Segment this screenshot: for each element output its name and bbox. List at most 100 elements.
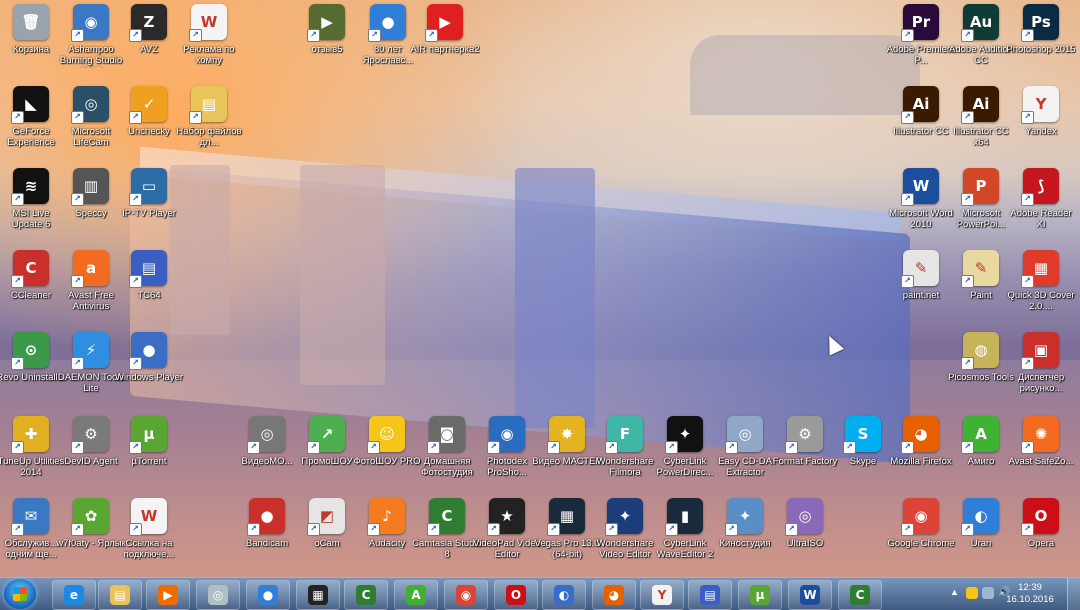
wondershare-editor-icon: ✦ ↗ [605, 498, 643, 536]
taskbar-camtasia-button[interactable]: C [344, 580, 388, 610]
desktop-icon[interactable]: Y ↗ Yandex [1010, 82, 1072, 162]
desktop-icon[interactable]: ♪ ↗ Audacity [356, 494, 418, 574]
desktop-icon[interactable]: W ↗ Реклама по компу [178, 0, 240, 80]
desktop-icon[interactable]: ✎ ↗ paint.net [890, 246, 952, 326]
desktop-icon[interactable]: ◉↗Ashampoo Burning Studio 2017 [60, 0, 122, 80]
desktop-icon[interactable]: ◎ ↗ Easy CD-DA Extractor [714, 412, 776, 492]
desktop-icon[interactable]: P ↗ Microsoft PowerPoi... [950, 164, 1012, 244]
desktop-icon[interactable]: ⚙ ↗ DevID Agent [60, 412, 122, 492]
desktop-icon[interactable]: ◐ ↗ Uran [950, 494, 1012, 574]
desktop-icon[interactable]: ▦ ↗ Vegas Pro 13.0 (64-bit) [535, 494, 599, 574]
show-desktop-button[interactable] [1067, 578, 1080, 610]
taskbar-yandex-button[interactable]: Y [640, 580, 684, 610]
taskbar-amigo-button[interactable]: A [394, 580, 438, 610]
desktop-icon[interactable]: ⟆ ↗ Adobe Reader XI [1010, 164, 1072, 244]
desktop-icon[interactable]: ✦ ↗ Киностудия [714, 494, 776, 574]
desktop-icon[interactable]: A ↗ Амиго [950, 412, 1012, 492]
desktop-icon[interactable]: Z ↗ AVZ [118, 0, 180, 80]
desktop-icon[interactable]: ✉ ↗ Обслужив... одним ще... [0, 494, 62, 574]
desktop-icon[interactable]: ▤ ↗ Набор файлов дл... [176, 82, 242, 162]
desktop-icon[interactable]: Ai ↗ Illustrator CC [890, 82, 952, 162]
desktop-icon[interactable]: ✦ ↗ Wondershare Video Editor [594, 494, 656, 574]
clock[interactable]: 12:39 16.10.2016 [1000, 582, 1060, 606]
camtasia-icon: C ↗ [427, 498, 465, 536]
speccy-icon: ▥ ↗ [71, 168, 109, 206]
desktop-icon[interactable]: ● ↗ 80 лет Ярославс... [357, 0, 419, 80]
desktop-icon[interactable]: ◎ ↗ UltraISO [774, 494, 836, 574]
taskbar-floppy-button[interactable]: ▤ [688, 580, 732, 610]
desktop-icon[interactable]: O ↗ Opera [1010, 494, 1072, 574]
desktop-icon[interactable]: Pr ↗ Adobe Premiere P... [887, 0, 955, 80]
desktop-icon[interactable]: ⚙ ↗ Format Factory [773, 412, 837, 492]
shortcut-arrow-icon: ↗ [368, 29, 381, 42]
desktop-icon[interactable]: ◕ ↗ Mozilla Firefox [890, 412, 952, 492]
taskbar-camtasia-recorder-button[interactable]: C [838, 580, 882, 610]
desktop-icon[interactable]: S ↗ Skype [832, 412, 894, 492]
taskbar-word-button[interactable]: W [788, 580, 832, 610]
desktop-icon[interactable]: C ↗ Camtasia Studio 8 [412, 494, 482, 574]
desktop-icon[interactable]: ✚ ↗ TuneUp Utilities 2014 [0, 412, 64, 492]
desktop-icon[interactable]: ● ↗ Bandicam [236, 494, 298, 574]
desktop-icon[interactable]: ▮ ↗ CyberLink WaveEditor 2 [654, 494, 716, 574]
taskbar-film-strip-button[interactable]: ▦ [296, 580, 340, 610]
desktop-icon[interactable]: ● ↗ Windows Player [115, 328, 183, 408]
desktop-icon[interactable]: ☺ ↗ ФотоШОУ PRO [354, 412, 420, 492]
taskbar-windows-explorer-button[interactable]: ▤ [98, 580, 142, 610]
desktop-icon[interactable]: ✎ ↗ Paint [950, 246, 1012, 326]
desktop-icon[interactable]: Ps ↗ Photoshop 2015 [1006, 0, 1076, 80]
photoshop-icon: Ps ↗ [1021, 4, 1059, 42]
desktop-icon[interactable]: ◉ ↗ Photodex ProSho... [476, 412, 538, 492]
taskbar-network-globe-button[interactable]: ◐ [542, 580, 586, 610]
desktop-icon[interactable]: ▣ ↗ Диспетчер рисунко... [1010, 328, 1072, 408]
tray-app-icon[interactable] [966, 587, 978, 599]
taskbar-chrome-button[interactable]: ◉ [444, 580, 488, 610]
desktop-icon[interactable]: ⚡ ↗ DAEMON Tools Lite [58, 328, 124, 408]
tray-arrow-icon[interactable]: ▲ [950, 587, 962, 599]
desktop-icon[interactable]: ◣ ↗ GeForce Experience [0, 82, 62, 162]
taskbar-opera-button[interactable]: O [494, 580, 538, 610]
taskbar-media-player-button[interactable]: ▶ [146, 580, 190, 610]
desktop-icon[interactable]: ◎ ↗ Microsoft LifeCam [60, 82, 122, 162]
start-button[interactable] [4, 579, 36, 609]
desktop-icon[interactable]: ✓ ↗ Unchecky [118, 82, 180, 162]
desktop-icon[interactable]: ◉ ↗ Google Chrome [887, 494, 955, 574]
desktop-icon[interactable]: a ↗ Avast Free Antivirus [60, 246, 122, 326]
desktop-icon[interactable]: W ↗ Ссылка на подключе... [118, 494, 180, 574]
network-icon[interactable] [982, 587, 994, 599]
desktop-icon[interactable]: ↗ ↗ ПромоШОУ [296, 412, 358, 492]
desktop-icon[interactable]: ◎ ↗ ВидеоМО... [236, 412, 298, 492]
desktop-icon[interactable]: µ ↗ µTorrent [118, 412, 180, 492]
desktop-icon[interactable]: ▭ ↗ IP-TV Player [118, 164, 180, 244]
taskbar-cd-burner-button[interactable]: ◎ [196, 580, 240, 610]
desktop-icon[interactable]: ▦ ↗ Quick 3D Cover 2.0.... [1007, 246, 1075, 326]
desktop-icon[interactable]: 🗑 Корзина [0, 0, 62, 80]
desktop-icon[interactable]: ✸ ↗ Видео МАСТЕР [532, 412, 602, 492]
desktop-icon[interactable]: F ↗ Wondershare Filmora [594, 412, 656, 492]
desktop-icon[interactable]: ◩ ↗ oCam [296, 494, 358, 574]
daemon-tools-icon: ⚡ ↗ [71, 332, 109, 370]
desktop-icon[interactable]: ⊙ ↗ Revo Uninstall... [0, 328, 66, 408]
totalcommander-icon: ▤ ↗ [129, 250, 167, 288]
taskbar-firefox-button[interactable]: ◕ [592, 580, 636, 610]
desktop-icon[interactable]: ✺ ↗ Avast SafeZo... [1009, 412, 1073, 492]
desktop-icon[interactable]: C ↗ CCleaner [0, 246, 62, 326]
shortcut-arrow-icon: ↗ [605, 441, 618, 454]
desktop-icon[interactable]: ▶ ↗ отзыв5 [296, 0, 358, 80]
desktop-icon[interactable]: Ai ↗ Illustrator CC x64 [950, 82, 1012, 162]
desktop-icon[interactable]: ≋ ↗ MSI Live Update 6 [0, 164, 62, 244]
desktop-icon[interactable]: ▥ ↗ Speccy [60, 164, 122, 244]
desktop-icon[interactable]: ◍ ↗ Picosmos Tools [948, 328, 1014, 408]
taskbar-utorrent-button[interactable]: µ [738, 580, 782, 610]
desktop-icon[interactable]: ✿ ↗ w7f0aty - Ярлык [56, 494, 126, 574]
desktop-icon[interactable]: Au ↗ Adobe Audition CC [949, 0, 1013, 80]
desktop-icon[interactable]: ✦ ↗ CyberLink PowerDirec... [654, 412, 716, 492]
shortcut-arrow-icon: ↗ [1021, 193, 1034, 206]
desktop-icon[interactable]: ▶ ↗ AIR партнерка2 [410, 0, 480, 80]
desktop-icon[interactable]: ★ ↗ VideoPad Video Editor [473, 494, 541, 574]
taskbar-internet-explorer-button[interactable]: e [52, 580, 96, 610]
taskbar-globe-button[interactable]: ● [246, 580, 290, 610]
desktop-icon[interactable]: ◙ ↗ Домашняя Фотостудия [416, 412, 478, 492]
desktop-icon[interactable]: W ↗ Microsoft Word 2010 [889, 164, 953, 244]
desktop-icon[interactable]: ▤ ↗ TC64 [118, 246, 180, 326]
ocam-icon: ◩ ↗ [307, 498, 345, 536]
